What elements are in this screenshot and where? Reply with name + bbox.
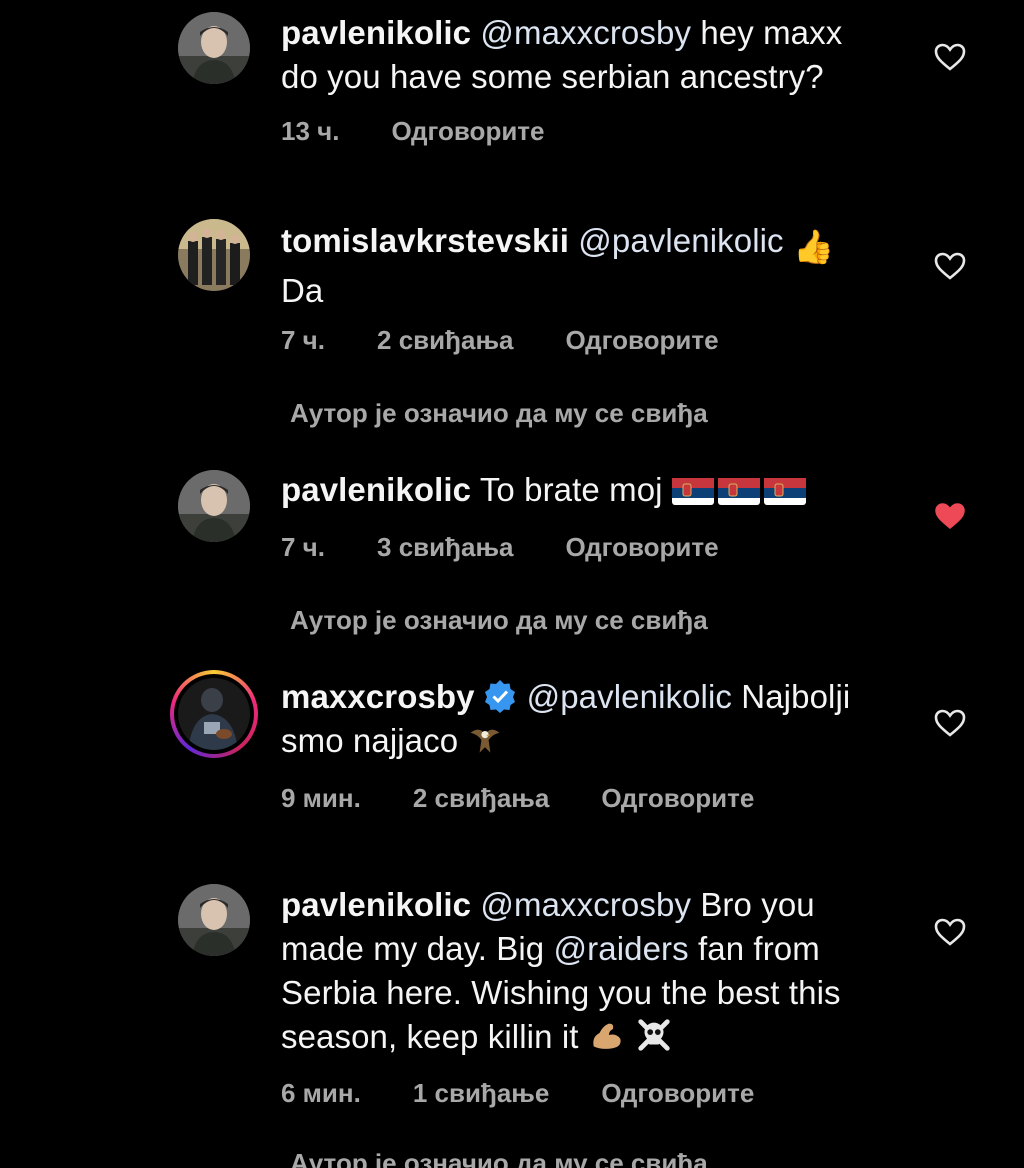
like-button[interactable] (934, 708, 966, 738)
likes-count[interactable]: 2 свиђања (413, 783, 549, 814)
comment-body: maxxcrosby @pavlenikolic Najbolji smo na… (281, 675, 901, 769)
comment-time: 7 ч. (281, 532, 326, 562)
avatar-ring-gap (174, 674, 254, 754)
avatar-image (178, 678, 250, 750)
comment-username[interactable]: pavlenikolic (281, 886, 471, 923)
avatar[interactable] (178, 12, 250, 84)
author-liked-note: Аутор је означио да му се свиђа (290, 398, 708, 428)
comment-meta: 6 мин. 1 свиђање Одговорите (281, 1078, 806, 1109)
comment-text: Serbia here. Wishing you the best this (281, 974, 841, 1011)
reply-button[interactable]: Одговорите (601, 783, 754, 814)
likes-count[interactable]: 3 свиђања (377, 532, 513, 563)
eagle-emoji (467, 722, 503, 769)
reply-button[interactable]: Одговорите (566, 532, 719, 563)
serbia-flag-icon (717, 475, 760, 505)
comment-meta: 7 ч. 2 свиђања Одговорите (281, 325, 771, 356)
comment-body: pavlenikolic @maxxcrosby hey maxx do you… (281, 11, 901, 99)
comment-text: Najbolji (732, 678, 851, 715)
avatar-image (178, 470, 250, 542)
comment-text: Bro you (691, 886, 815, 923)
avatar-image (178, 12, 250, 84)
avatar (178, 678, 250, 750)
like-button[interactable] (934, 917, 966, 947)
avatar-image (178, 219, 250, 291)
comment-meta: 13 ч. Одговорите (281, 116, 597, 147)
comment-username[interactable]: maxxcrosby (281, 678, 475, 715)
avatar[interactable] (178, 470, 250, 542)
author-liked-note: Аутор је означио да му се свиђа (290, 605, 708, 635)
reply-button[interactable]: Одговорите (391, 116, 544, 147)
comment-time: 9 мин. (281, 783, 361, 813)
comment-username[interactable]: pavlenikolic (281, 14, 471, 51)
comment-meta: 7 ч. 3 свиђања Одговорите (281, 532, 771, 563)
mention-link[interactable]: @pavlenikolic (578, 222, 783, 259)
comment-text: made my day. Big (281, 930, 554, 967)
heart-outline-icon (934, 43, 966, 71)
flexed-biceps-emoji (588, 1016, 626, 1065)
verified-badge-icon (484, 680, 515, 713)
comment-text: smo najjaco (281, 722, 459, 759)
skull-crossbones-emoji (635, 1016, 673, 1065)
comment-username[interactable]: tomislavkrstevskii (281, 222, 569, 259)
comment-time: 13 ч. (281, 116, 340, 146)
comment-time: 6 мин. (281, 1078, 361, 1108)
mention-link[interactable]: @raiders (554, 930, 689, 967)
comment-username[interactable]: pavlenikolic (281, 471, 471, 508)
mention-link[interactable]: @maxxcrosby (480, 886, 691, 923)
author-liked-note: Аутор је означио да му се свиђа (290, 1148, 708, 1168)
heart-outline-icon (934, 252, 966, 280)
like-button[interactable] (934, 501, 966, 531)
likes-count[interactable]: 2 свиђања (377, 325, 513, 356)
comment-text: To brate moj (479, 471, 663, 508)
reply-button[interactable]: Одговорите (601, 1078, 754, 1109)
comment-body: pavlenikolic To brate moj (281, 468, 901, 512)
like-button[interactable] (934, 42, 966, 72)
mention-link[interactable]: @maxxcrosby (480, 14, 691, 51)
serbia-flags (671, 471, 810, 508)
serbia-flag-icon (671, 475, 714, 505)
reply-button[interactable]: Одговорите (566, 325, 719, 356)
thumbs-up-emoji: 👍 (792, 228, 835, 265)
comment-thread: pavlenikolic @maxxcrosby hey maxx do you… (0, 0, 1024, 1168)
avatar[interactable] (178, 219, 250, 291)
story-ring-avatar[interactable] (170, 670, 258, 758)
comment-body: tomislavkrstevskii @pavlenikolic 👍 Da (281, 219, 901, 313)
heart-filled-icon (935, 503, 965, 529)
comment-text: season, keep killin it (281, 1018, 579, 1055)
comment-text: Da (281, 272, 324, 309)
mention-link[interactable]: @pavlenikolic (527, 678, 732, 715)
heart-outline-icon (934, 918, 966, 946)
heart-outline-icon (934, 709, 966, 737)
comment-time: 7 ч. (281, 325, 326, 355)
comment-body: pavlenikolic @maxxcrosby Bro you made my… (281, 883, 901, 1065)
like-button[interactable] (934, 251, 966, 281)
likes-count[interactable]: 1 свиђање (413, 1078, 549, 1109)
serbia-flag-icon (763, 475, 806, 505)
comment-text: do you have some serbian ancestry? (281, 58, 824, 95)
comment-text: fan from (688, 930, 820, 967)
comment-meta: 9 мин. 2 свиђања Одговорите (281, 783, 806, 814)
avatar[interactable] (178, 884, 250, 956)
comment-text: hey maxx (691, 14, 843, 51)
avatar-image (178, 884, 250, 956)
